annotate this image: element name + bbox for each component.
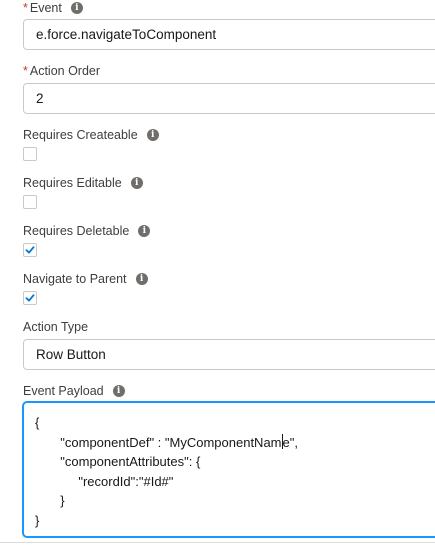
requires-editable-label-text: Requires Editable xyxy=(23,176,122,190)
checkmark-icon xyxy=(25,294,35,302)
payload-line: "recordId":"#Id#" xyxy=(35,473,174,489)
payload-line: } xyxy=(35,512,40,528)
action-type-label: Action Type xyxy=(23,319,88,335)
requires-createable-label: Requires Createable i xyxy=(23,127,159,143)
action-order-label-text: Action Order xyxy=(29,64,101,78)
event-input[interactable]: e.force.navigateToComponent xyxy=(23,19,435,50)
action-type-select[interactable]: Row Button xyxy=(23,339,435,370)
required-marker: * xyxy=(23,1,28,15)
event-label: * Event i xyxy=(23,0,83,16)
navigate-to-parent-label: Navigate to Parent i xyxy=(23,271,148,287)
payload-line: "componentAttributes": { xyxy=(35,454,201,469)
info-icon[interactable]: i xyxy=(70,2,83,14)
event-payload-textarea[interactable]: { "componentDef" : "MyComponentName", "c… xyxy=(23,402,435,537)
requires-deletable-label-text: Requires Deletable xyxy=(23,224,130,238)
info-icon[interactable]: i xyxy=(138,225,151,237)
requires-createable-checkbox[interactable] xyxy=(23,147,37,161)
info-icon[interactable]: i xyxy=(135,273,148,285)
requires-editable-label: Requires Editable i xyxy=(23,175,143,191)
event-label-text: Event xyxy=(29,1,62,15)
payload-line: { xyxy=(35,415,40,430)
required-marker: * xyxy=(23,64,28,78)
payload-line: "componentDef" : "MyComponentName", xyxy=(35,433,298,450)
navigate-to-parent-label-text: Navigate to Parent xyxy=(23,272,127,286)
action-order-input[interactable]: 2 xyxy=(23,83,435,114)
event-payload-label-text: Event Payload xyxy=(23,384,104,398)
requires-deletable-label: Requires Deletable i xyxy=(23,223,151,239)
action-type-label-text: Action Type xyxy=(23,320,89,334)
info-icon[interactable]: i xyxy=(130,177,143,189)
requires-editable-checkbox[interactable] xyxy=(23,195,37,209)
action-order-label: * Action Order xyxy=(23,63,100,79)
requires-createable-label-text: Requires Createable xyxy=(23,128,138,142)
checkmark-icon xyxy=(25,246,35,254)
info-icon[interactable]: i xyxy=(112,385,125,397)
event-payload-label: Event Payload i xyxy=(23,383,125,399)
payload-line: } xyxy=(35,493,65,508)
info-icon[interactable]: i xyxy=(146,129,159,141)
navigate-to-parent-checkbox[interactable] xyxy=(23,291,37,305)
requires-deletable-checkbox[interactable] xyxy=(23,243,37,257)
divider xyxy=(0,542,435,543)
